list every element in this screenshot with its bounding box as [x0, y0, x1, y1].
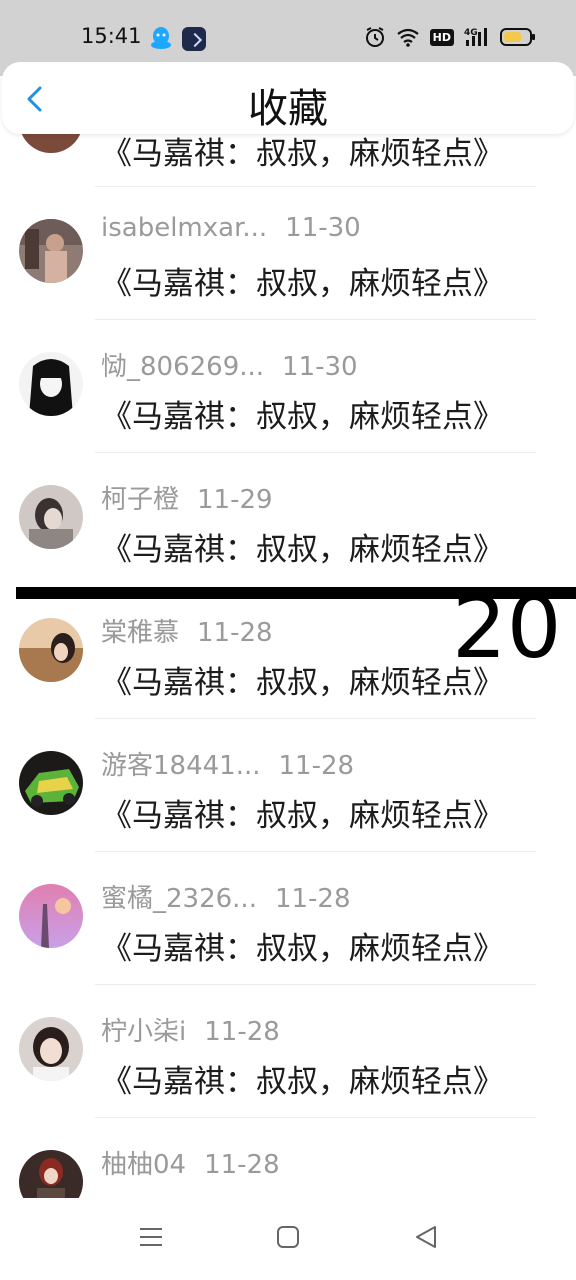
date: 11-28	[278, 751, 355, 781]
status-time: 15:41	[81, 24, 142, 48]
item-meta: 蜜橘_2326... 11-28	[101, 878, 351, 915]
item-meta: 棠稚慕 11-28	[101, 612, 273, 649]
avatar[interactable]	[19, 352, 83, 416]
avatar-image	[19, 618, 83, 682]
username[interactable]: isabelmxar...	[101, 213, 267, 243]
page-title: 收藏	[248, 86, 328, 132]
list-item[interactable]: 恸_806269... 11-30 《马嘉祺：叔叔，麻烦轻点》	[0, 333, 576, 466]
network-label: 4G	[464, 28, 478, 38]
username[interactable]: 柯子橙	[101, 485, 179, 515]
avatar-image	[19, 884, 83, 948]
date: 11-29	[197, 485, 273, 515]
avatar-image	[19, 485, 83, 549]
username[interactable]: 蜜橘_2326...	[101, 884, 257, 914]
username[interactable]: 游客18441...	[101, 751, 261, 781]
list-item[interactable]: 游客18441... 11-28 《马嘉祺：叔叔，麻烦轻点》	[0, 732, 576, 865]
avatar[interactable]	[19, 884, 83, 948]
hd-icon: HD	[429, 28, 454, 46]
avatar[interactable]	[19, 1150, 83, 1198]
avatar-image	[19, 352, 83, 416]
signal-4g-icon: 4G	[464, 28, 487, 46]
item-meta: isabelmxar... 11-30	[101, 213, 361, 243]
alarm-icon	[365, 27, 384, 47]
item-title: 《马嘉祺：叔叔，麻烦轻点》	[101, 1064, 504, 1100]
overlay-count: 20	[452, 578, 562, 678]
avatar[interactable]	[19, 751, 83, 815]
list-item[interactable]: 柠小柒i 11-28 《马嘉祺：叔叔，麻烦轻点》	[0, 998, 576, 1131]
qq-penguin-icon	[150, 26, 172, 54]
date: 11-28	[274, 884, 351, 914]
date: 11-30	[285, 213, 361, 243]
divider	[95, 984, 536, 985]
username[interactable]: 恸_806269...	[101, 352, 264, 382]
divider	[95, 319, 536, 320]
avatar[interactable]	[19, 1017, 83, 1081]
username[interactable]: 棠稚慕	[101, 618, 179, 648]
divider	[95, 186, 536, 187]
status-icons: HD 4G	[364, 26, 536, 48]
date: 11-28	[204, 1150, 280, 1180]
item-meta: 游客18441... 11-28	[101, 745, 354, 782]
item-meta: 柚柚04 11-28	[101, 1144, 280, 1181]
username[interactable]: 柚柚04	[101, 1150, 186, 1180]
avatar-image	[19, 1017, 83, 1081]
divider	[95, 452, 536, 453]
item-title: 《马嘉祺：叔叔，麻烦轻点》	[101, 1189, 504, 1198]
avatar-image	[19, 219, 83, 283]
app-header: 收藏	[2, 62, 574, 134]
item-title: 《马嘉祺：叔叔，麻烦轻点》	[101, 136, 504, 172]
date: 11-30	[282, 352, 358, 382]
avatar-image	[19, 1150, 83, 1198]
date: 11-28	[197, 618, 273, 648]
item-title: 《马嘉祺：叔叔，麻烦轻点》	[101, 798, 504, 834]
date: 11-28	[204, 1017, 280, 1047]
home-button[interactable]	[275, 1224, 301, 1254]
item-title: 《马嘉祺：叔叔，麻烦轻点》	[101, 931, 504, 967]
system-nav-bar	[0, 1198, 576, 1280]
back-nav-button[interactable]	[413, 1224, 439, 1254]
app-icon	[182, 27, 206, 51]
item-meta: 柯子橙 11-29	[101, 479, 273, 516]
menu-icon	[140, 1228, 162, 1246]
battery-icon	[500, 28, 535, 46]
item-title: 《马嘉祺：叔叔，麻烦轻点》	[101, 266, 504, 302]
divider	[95, 851, 536, 852]
item-title: 《马嘉祺：叔叔，麻烦轻点》	[101, 532, 504, 568]
avatar[interactable]	[19, 219, 83, 283]
list-item[interactable]: isabelmxar... 11-30 《马嘉祺：叔叔，麻烦轻点》	[0, 200, 576, 333]
home-square-icon	[277, 1226, 299, 1248]
divider	[95, 1117, 536, 1118]
avatar-image	[19, 751, 83, 815]
item-meta: 柠小柒i 11-28	[101, 1011, 280, 1048]
item-meta: 恸_806269... 11-30	[101, 346, 358, 383]
list-item[interactable]: 柚柚04 11-28 《马嘉祺：叔叔，麻烦轻点》	[0, 1131, 576, 1198]
wifi-icon	[396, 28, 419, 47]
divider	[95, 718, 536, 719]
back-triangle-icon	[416, 1226, 436, 1248]
avatar[interactable]	[19, 485, 83, 549]
list-item[interactable]: 蜜橘_2326... 11-28 《马嘉祺：叔叔，麻烦轻点》	[0, 865, 576, 998]
item-title: 《马嘉祺：叔叔，麻烦轻点》	[101, 399, 504, 435]
avatar[interactable]	[19, 618, 83, 682]
item-title: 《马嘉祺：叔叔，麻烦轻点》	[101, 665, 504, 701]
username[interactable]: 柠小柒i	[101, 1017, 186, 1047]
menu-button[interactable]	[138, 1224, 164, 1254]
screen: 《马嘉祺：叔叔，麻烦轻点》 isabelmxar... 11-30 《马嘉祺：叔叔…	[0, 0, 576, 1280]
